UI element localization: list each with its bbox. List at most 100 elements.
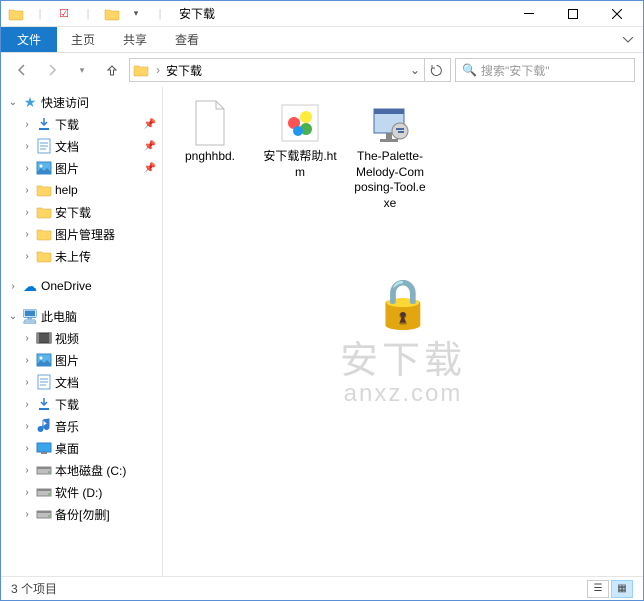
qat-separator: | xyxy=(149,3,171,25)
pin-icon: 📌 xyxy=(144,119,156,130)
tab-file[interactable]: 文件 xyxy=(1,27,57,52)
breadcrumb-segment[interactable]: 安下载 xyxy=(162,59,206,81)
qat-separator: | xyxy=(77,3,99,25)
sidebar-item-label: 图片 xyxy=(55,352,162,369)
download-icon xyxy=(35,115,53,133)
view-icons-button[interactable]: ▦ xyxy=(611,580,633,598)
sidebar-item[interactable]: › 安下载 xyxy=(1,201,162,223)
refresh-button[interactable] xyxy=(424,59,448,81)
sidebar-item[interactable]: › 文档 📌 xyxy=(1,135,162,157)
chevron-right-icon[interactable]: › xyxy=(21,185,33,196)
up-button[interactable] xyxy=(99,57,125,83)
pictures-icon xyxy=(35,159,53,177)
file-label: pnghhbd. xyxy=(185,149,235,165)
star-icon: ★ xyxy=(21,93,39,111)
minimize-button[interactable] xyxy=(507,1,551,27)
sidebar-item[interactable]: › 音乐 xyxy=(1,415,162,437)
sidebar-item[interactable]: › 图片 xyxy=(1,349,162,371)
sidebar-onedrive[interactable]: › ☁ OneDrive xyxy=(1,275,162,297)
sidebar-item[interactable]: › 桌面 xyxy=(1,437,162,459)
folder-icon xyxy=(5,3,27,25)
document-icon xyxy=(35,137,53,155)
sidebar-quickaccess[interactable]: ⌄ ★ 快速访问 xyxy=(1,91,162,113)
tab-view[interactable]: 查看 xyxy=(161,27,213,52)
search-input[interactable]: 🔍 搜索"安下载" xyxy=(455,58,635,82)
sidebar-item-label: 下载 xyxy=(55,396,162,413)
ribbon-tabs: 文件 主页 共享 查看 xyxy=(1,27,643,53)
sidebar-item[interactable]: › 下载 📌 xyxy=(1,113,162,135)
folder-icon xyxy=(35,225,53,243)
sidebar-item[interactable]: › 视频 xyxy=(1,327,162,349)
statusbar: 3 个项目 ☰ ▦ xyxy=(1,576,643,600)
music-icon xyxy=(35,417,53,435)
drive-icon xyxy=(35,483,53,501)
chevron-right-icon[interactable]: › xyxy=(21,207,33,218)
chevron-right-icon[interactable]: › xyxy=(21,509,33,520)
sidebar-item[interactable]: › 图片 📌 xyxy=(1,157,162,179)
addressbar: ▾ › 安下载 ⌄ 🔍 搜索"安下载" xyxy=(1,53,643,87)
chevron-down-icon[interactable]: ⌄ xyxy=(7,311,19,322)
sidebar-item-label: 软件 (D:) xyxy=(55,484,162,501)
sidebar-item-label: 未上传 xyxy=(55,248,162,265)
qat-separator: | xyxy=(29,3,51,25)
chevron-right-icon[interactable]: › xyxy=(21,141,33,152)
tab-share[interactable]: 共享 xyxy=(109,27,161,52)
forward-button[interactable] xyxy=(39,57,65,83)
folder-icon xyxy=(35,203,53,221)
address-dropdown[interactable]: ⌄ xyxy=(406,63,424,77)
folder-icon xyxy=(132,61,150,79)
chevron-down-icon[interactable]: ⌄ xyxy=(7,97,19,108)
breadcrumb-sep[interactable]: › xyxy=(154,63,162,77)
chevron-right-icon[interactable]: › xyxy=(7,281,19,292)
sidebar-item-label: help xyxy=(55,183,162,197)
window-controls xyxy=(507,1,639,27)
sidebar-item[interactable]: › 文档 xyxy=(1,371,162,393)
file-item[interactable]: 安下载帮助.htm xyxy=(261,95,339,184)
close-button[interactable] xyxy=(595,1,639,27)
back-button[interactable] xyxy=(9,57,35,83)
sidebar-thispc[interactable]: ⌄ 🖥 此电脑 xyxy=(1,305,162,327)
sidebar-item[interactable]: › help xyxy=(1,179,162,201)
sidebar-item-label: 安下载 xyxy=(55,204,162,221)
sidebar-item[interactable]: › 下载 xyxy=(1,393,162,415)
chevron-right-icon[interactable]: › xyxy=(21,377,33,388)
file-item[interactable]: pnghhbd. xyxy=(171,95,249,169)
desktop-icon xyxy=(35,439,53,457)
chevron-right-icon[interactable]: › xyxy=(21,333,33,344)
chevron-right-icon[interactable]: › xyxy=(21,443,33,454)
tab-home[interactable]: 主页 xyxy=(57,27,109,52)
ribbon-expand-button[interactable] xyxy=(613,27,643,52)
chevron-right-icon[interactable]: › xyxy=(21,487,33,498)
sidebar-item[interactable]: › 未上传 xyxy=(1,245,162,267)
qat-dropdown[interactable]: ▾ xyxy=(125,3,147,25)
sidebar-item-label: 音乐 xyxy=(55,418,162,435)
address-input[interactable]: › 安下载 ⌄ xyxy=(129,58,451,82)
file-item[interactable]: The-Palette-Melody-Composing-Tool.exe xyxy=(351,95,429,215)
chevron-right-icon[interactable]: › xyxy=(21,421,33,432)
view-details-button[interactable]: ☰ xyxy=(587,580,609,598)
chevron-right-icon[interactable]: › xyxy=(21,163,33,174)
sidebar-item[interactable]: › 备份[勿删] xyxy=(1,503,162,525)
maximize-button[interactable] xyxy=(551,1,595,27)
chevron-right-icon[interactable]: › xyxy=(21,251,33,262)
chevron-right-icon[interactable]: › xyxy=(21,465,33,476)
recent-dropdown[interactable]: ▾ xyxy=(69,57,95,83)
drive-icon xyxy=(35,505,53,523)
chevron-right-icon[interactable]: › xyxy=(21,119,33,130)
chevron-right-icon[interactable]: › xyxy=(21,229,33,240)
navigation-pane[interactable]: ⌄ ★ 快速访问 › 下载 📌› 文档 📌› 图片 📌› help › 安下载 … xyxy=(1,87,163,576)
sidebar-item-label: 下载 xyxy=(55,116,142,133)
sidebar-item[interactable]: › 软件 (D:) xyxy=(1,481,162,503)
file-list-area[interactable]: pnghhbd. 安下载帮助.htm The-Palette-Melody-Co… xyxy=(163,87,643,576)
document-icon xyxy=(35,373,53,391)
chevron-right-icon[interactable]: › xyxy=(21,399,33,410)
properties-icon[interactable]: ☑ xyxy=(53,3,75,25)
sidebar-item[interactable]: › 本地磁盘 (C:) xyxy=(1,459,162,481)
cloud-icon: ☁ xyxy=(21,277,39,295)
file-label: 安下载帮助.htm xyxy=(263,149,337,180)
drive-icon xyxy=(35,461,53,479)
watermark: 🔒 安下载 anxz.com xyxy=(340,281,466,408)
quick-access-toolbar: | ☑ | ▾ | xyxy=(5,3,171,25)
chevron-right-icon[interactable]: › xyxy=(21,355,33,366)
sidebar-item[interactable]: › 图片管理器 xyxy=(1,223,162,245)
